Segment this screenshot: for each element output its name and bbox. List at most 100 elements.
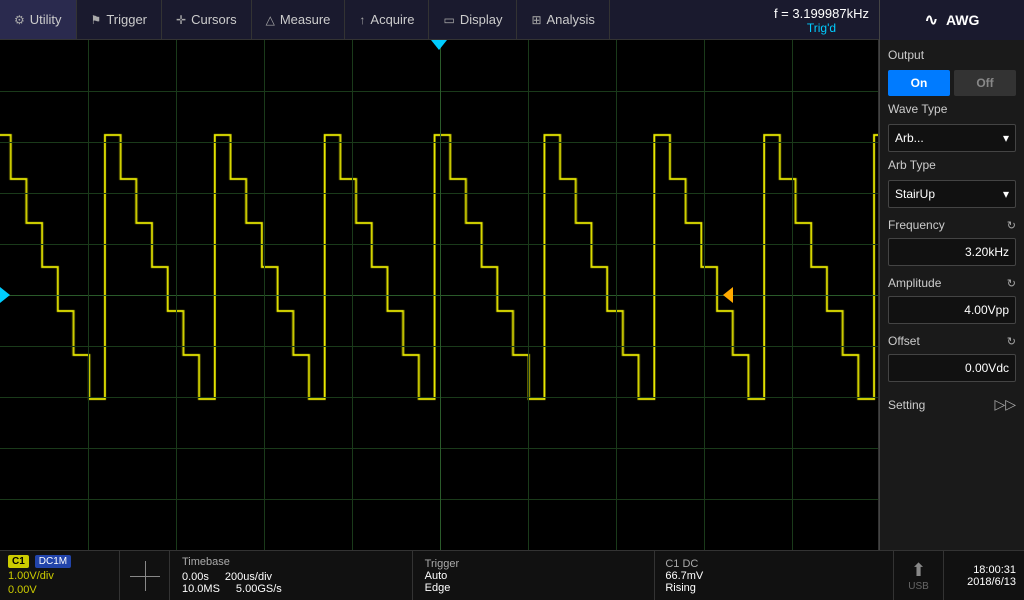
amplitude-value-row[interactable]: 4.00Vpp	[888, 296, 1016, 324]
awg-control-panel: Output On Off Wave Type Arb... ▾ Arb Typ…	[879, 40, 1024, 550]
setting-label: Setting	[888, 398, 925, 412]
display-icon: ▭	[443, 13, 454, 27]
acquire-label: Acquire	[370, 12, 414, 27]
frequency-display: f = 3.199987kHz Trig'd	[764, 0, 879, 40]
grid-h9	[0, 499, 878, 500]
offset-value: 0.00Vdc	[965, 361, 1009, 375]
ch1-info-section: C1 DC1M 1.00V/div 0.00V	[0, 551, 120, 600]
utility-icon: ⚙	[14, 13, 25, 27]
crosshair-icon	[130, 561, 160, 591]
wave-type-value: Arb...	[895, 131, 924, 145]
utility-menu[interactable]: ⚙ Utility	[0, 0, 77, 39]
trigger-type-val: Edge	[425, 582, 643, 594]
grid-h-center	[0, 295, 878, 296]
wave-type-chevron-icon: ▾	[1003, 131, 1009, 145]
grid-h7	[0, 397, 878, 398]
output-off-button[interactable]: Off	[954, 70, 1016, 96]
amplitude-refresh-icon[interactable]: ↻	[1007, 277, 1016, 290]
ch1-dc-slope: Rising	[665, 582, 883, 594]
acquire-menu[interactable]: ↑ Acquire	[345, 0, 429, 39]
frequency-refresh-icon[interactable]: ↻	[1007, 219, 1016, 232]
trigger-menu[interactable]: ⚑ Trigger	[77, 0, 162, 39]
timebase-samples: 10.0MS	[182, 583, 220, 595]
display-menu[interactable]: ▭ Display	[429, 0, 517, 39]
awg-waveform-icon: ∿	[925, 10, 938, 30]
timebase-values: 0.00s 200us/div	[182, 571, 400, 583]
status-bar: C1 DC1M 1.00V/div 0.00V Timebase 0.00s 2…	[0, 550, 1024, 600]
timebase-rates: 10.0MS 5.00GS/s	[182, 583, 400, 595]
trigger-icon: ⚑	[91, 13, 102, 27]
frequency-value-row[interactable]: 3.20kHz	[888, 238, 1016, 266]
timebase-label: Timebase	[182, 556, 400, 568]
trigger-status: Trig'd	[807, 21, 836, 35]
trigger-section-label: Trigger	[425, 558, 643, 570]
usb-section: ⬆ USB	[894, 551, 944, 600]
ch1-dc-section: C1 DC 66.7mV Rising	[655, 551, 894, 600]
amplitude-value: 4.00Vpp	[964, 303, 1009, 317]
cursors-menu[interactable]: ✛ Cursors	[162, 0, 252, 39]
ch1-vdiv-val: 1.00V/div	[8, 570, 111, 582]
offset-value-row[interactable]: 0.00Vdc	[888, 354, 1016, 382]
grid-h2	[0, 142, 878, 143]
ch1-offset-val: 0.00V	[8, 584, 111, 596]
ch1-coupling-badge: DC1M	[35, 555, 71, 568]
timebase-rate: 5.00GS/s	[236, 583, 282, 595]
setting-row[interactable]: Setting ▷▷	[888, 396, 1016, 413]
trigger-marker-top	[431, 40, 447, 50]
time-section: 18:00:31 2018/6/13	[944, 551, 1024, 600]
cursors-label: Cursors	[191, 12, 237, 27]
timebase-position: 0.00s	[182, 571, 209, 583]
amplitude-section-label: Amplitude ↻	[888, 276, 1016, 290]
usb-icon: ⬆	[911, 560, 926, 581]
display-label: Display	[460, 12, 503, 27]
wave-type-label: Wave Type	[888, 102, 1016, 116]
cursors-icon: ✛	[176, 13, 186, 27]
utility-label: Utility	[30, 12, 62, 27]
grid-h1	[0, 91, 878, 92]
ch1-header: C1 DC1M	[8, 555, 111, 568]
setting-expand-icon: ▷▷	[994, 396, 1016, 413]
analysis-label: Analysis	[547, 12, 595, 27]
output-label: Output	[888, 48, 1016, 62]
trigger-mode-val: Auto	[425, 570, 643, 582]
current-time: 18:00:31	[973, 564, 1016, 576]
arb-type-chevron-icon: ▾	[1003, 187, 1009, 201]
arb-type-value: StairUp	[895, 187, 935, 201]
output-on-button[interactable]: On	[888, 70, 950, 96]
grid-v-center	[440, 40, 441, 550]
scope-right-arrow	[723, 287, 733, 303]
amplitude-label: Amplitude	[888, 276, 941, 290]
grid-v8	[704, 40, 705, 550]
grid-h4	[0, 244, 878, 245]
trigger-level-arrow	[0, 287, 10, 303]
arb-type-dropdown[interactable]: StairUp ▾	[888, 180, 1016, 208]
grid-v4	[352, 40, 353, 550]
awg-label: AWG	[946, 12, 979, 28]
output-toggle-row: On Off	[888, 70, 1016, 96]
analysis-menu[interactable]: ⊞ Analysis	[517, 0, 609, 39]
frequency-value: 3.20kHz	[965, 245, 1009, 259]
timebase-section: Timebase 0.00s 200us/div 10.0MS 5.00GS/s	[170, 551, 413, 600]
grid-v1	[88, 40, 89, 550]
grid-v2	[176, 40, 177, 550]
trigger-label: Trigger	[106, 12, 147, 27]
ch1-badge: C1	[8, 555, 29, 568]
top-menu-bar: ⚙ Utility ⚑ Trigger ✛ Cursors △ Measure …	[0, 0, 1024, 40]
offset-section-label: Offset ↻	[888, 334, 1016, 348]
measure-label: Measure	[280, 12, 331, 27]
wave-type-dropdown[interactable]: Arb... ▾	[888, 124, 1016, 152]
measure-menu[interactable]: △ Measure	[252, 0, 346, 39]
usb-label: USB	[908, 581, 929, 592]
grid-v6	[528, 40, 529, 550]
acquire-icon: ↑	[359, 13, 365, 27]
offset-refresh-icon[interactable]: ↻	[1007, 335, 1016, 348]
ch1-dc-label: C1 DC	[665, 558, 883, 570]
frequency-section-label: Frequency ↻	[888, 218, 1016, 232]
awg-panel-title: ∿ AWG	[879, 0, 1024, 40]
measure-icon: △	[266, 13, 275, 27]
grid-v9	[792, 40, 793, 550]
frequency-label: Frequency	[888, 218, 945, 232]
grid-h8	[0, 448, 878, 449]
main-area: Output On Off Wave Type Arb... ▾ Arb Typ…	[0, 40, 1024, 550]
grid-v7	[616, 40, 617, 550]
